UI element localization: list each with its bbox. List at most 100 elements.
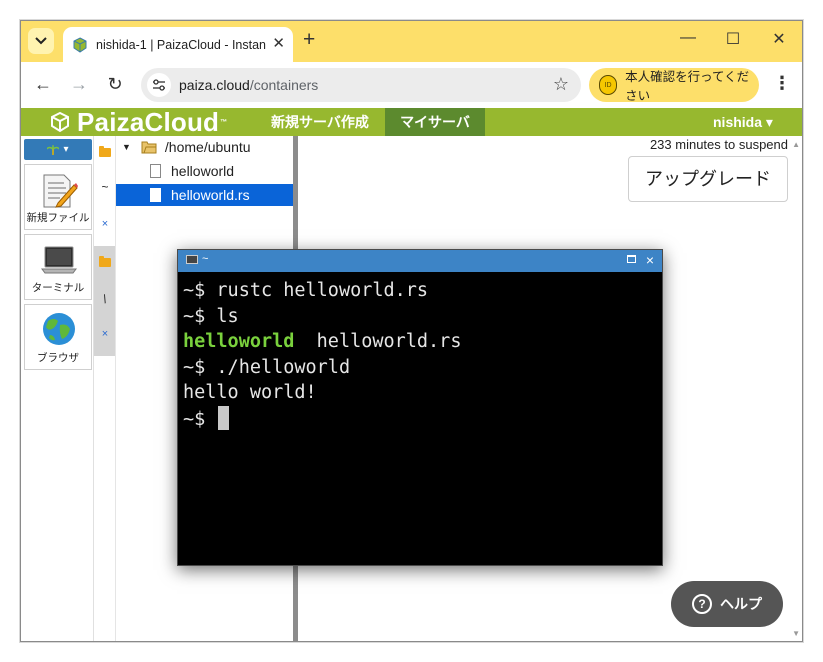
id-badge-icon: ID [599,75,618,95]
terminal-title: ~ [186,253,208,265]
rail-tab-root-close-icon[interactable]: × [94,328,116,340]
username: nishida [713,114,763,130]
app-browser[interactable]: ブラウザ [24,304,92,370]
site-info-icon[interactable] [147,73,171,97]
tree-file-label: helloworld [171,163,235,179]
terminal-line: ~$ rustc helloworld.rs [183,278,461,304]
suspend-timer: 233 minutes to suspend [649,137,788,152]
upgrade-button[interactable]: アップグレード [628,156,788,202]
bookmark-star-icon[interactable]: ☆ [553,74,569,95]
file-icon [150,164,161,178]
address-bar[interactable]: paiza.cloud/containers ☆ [141,68,581,102]
url-path: /containers [249,77,319,93]
identity-verification-button[interactable]: ID 本人確認を行ってください [589,68,759,103]
terminal-output-text: hello world! [183,382,317,404]
folder-icon [99,256,111,267]
logo-trademark: ™ [220,118,228,126]
back-arrow-icon[interactable]: ← [32,74,54,94]
window-close-icon[interactable]: ✕ [767,29,791,49]
scroll-up-arrow-icon[interactable]: ▲ [792,140,800,149]
folder-icon [99,146,111,157]
help-label: ヘルプ [720,596,762,612]
paiza-header: PaizaCloud ™ 新規サーバ作成 マイサーバ nishida ▾ [21,106,802,137]
verify-label: 本人確認を行ってください [625,70,750,103]
tree-file-label: helloworld.rs [171,187,250,203]
forward-arrow-icon[interactable]: → [68,74,90,94]
terminal-prompt: ~$ [183,356,217,378]
globe-browser-icon [43,313,75,345]
browser-tab[interactable]: nishida-1 | PaizaCloud - Instant ✕ [63,27,293,62]
app-browser-label: ブラウザ [37,352,79,364]
rail-tab-root-active[interactable]: / × [94,246,116,356]
terminal-executable-entry: helloworld [183,331,295,353]
tab-title: nishida-1 | PaizaCloud - Instant [96,37,266,52]
rail-tab-root-folder [94,256,116,270]
tree-file-row[interactable]: helloworld [116,160,294,182]
rail-tab-home[interactable] [94,146,116,160]
apps-menu-caret: ▾ [63,144,69,155]
open-folder-icon [141,141,157,154]
tree-root-label: /home/ubuntu [164,139,251,155]
scroll-down-arrow-icon[interactable]: ▼ [792,629,800,638]
user-caret-icon: ▾ [765,114,773,130]
browser-window: nishida-1 | PaizaCloud - Instant ✕ + — ☐… [20,20,803,642]
app-terminal[interactable]: ターミナル [24,234,92,300]
rail-tab-home-close-icon[interactable]: × [94,218,116,230]
rail-tab-root-label: / [101,291,109,307]
terminal-output[interactable]: ~$ rustc helloworld.rs ~$ ls helloworld he… [183,278,461,433]
file-icon [150,188,161,202]
terminal-prompt: ~$ [183,305,217,327]
paiza-logo[interactable]: PaizaCloud ™ [49,106,228,137]
app-terminal-label: ターミナル [31,282,85,294]
nav-my-servers[interactable]: マイサーバ [385,108,485,136]
tab-strip: nishida-1 | PaizaCloud - Instant ✕ + — ☐… [21,21,802,62]
tree-root-folder[interactable]: ▼ /home/ubuntu [116,136,294,158]
logo-text: PaizaCloud [77,106,220,137]
browser-toolbar: ← → ↻ paiza.cloud/containers ☆ ID 本人確認を行… [21,62,802,108]
new-file-icon [43,174,78,208]
new-tab-icon[interactable]: + [303,29,315,50]
terminal-command: rustc helloworld.rs [216,280,429,301]
browser-menu-icon[interactable]: ⋮ [773,74,791,92]
terminal-line: hello world! [183,380,461,406]
terminal-ls-rest: helloworld.rs [294,331,462,353]
terminal-window[interactable]: ~ × ~$ rustc helloworld.rs ~$ ls helloworl… [177,249,663,566]
app-new-file[interactable]: 新規ファイル [24,164,92,230]
url-host: paiza.cloud [179,77,250,93]
tree-file-row-selected[interactable]: helloworld.rs [116,184,294,206]
terminal-command: ls [216,305,239,327]
side-tab-rail: ~ × / × [93,136,116,641]
user-menu[interactable]: nishida ▾ [713,108,773,136]
help-button[interactable]: ? ヘルプ [671,581,783,627]
apps-menu-button[interactable]: ▾ [24,139,92,160]
minimize-icon[interactable]: — [676,29,700,47]
terminal-line: helloworld helloworld.rs [183,329,461,355]
terminal-titlebar[interactable]: ~ × [178,250,662,272]
app-new-file-label: 新規ファイル [26,212,90,224]
chevron-down-icon [35,37,47,45]
nav-new-server[interactable]: 新規サーバ作成 [271,108,369,136]
rail-tab-home-label: ~ [101,180,109,194]
collapse-caret-icon[interactable]: ▼ [122,142,131,152]
url-text: paiza.cloud/containers [179,77,318,93]
terminal-title-icon [186,254,198,264]
terminal-title-text: ~ [202,253,209,265]
reload-icon[interactable]: ↻ [104,74,126,94]
tune-icon [153,79,165,91]
maximize-icon[interactable]: ☐ [721,29,745,49]
paiza-cube-icon [51,111,69,133]
terminal-command: ./helloworld [216,356,351,378]
terminal-line: ~$ [183,405,461,433]
help-icon: ? [692,594,712,614]
app-launcher-sidebar: ▾ 新規ファイル ターミナル ブラウザ [21,136,93,641]
terminal-close-icon[interactable]: × [646,252,654,268]
terminal-laptop-icon [41,246,77,274]
tab-close-icon[interactable]: ✕ [272,36,285,52]
terminal-prompt: ~$ [183,408,217,430]
palm-icon [47,144,60,155]
tab-search-button[interactable] [28,28,54,54]
terminal-line: ~$ ls [183,304,461,330]
paiza-favicon-icon [73,36,87,53]
terminal-line: ~$ ./helloworld [183,355,461,381]
terminal-maximize-icon[interactable] [627,255,636,263]
